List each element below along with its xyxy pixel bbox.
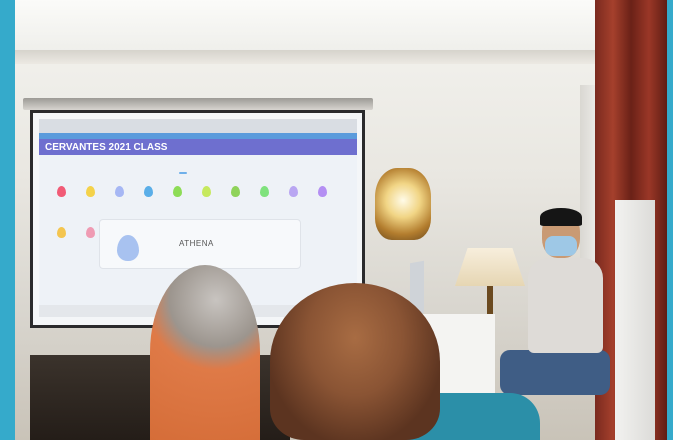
presenter-jeans <box>500 350 610 395</box>
student-egg-avatar <box>144 186 153 197</box>
class-title-bar: CERVANTES 2021 CLASS <box>39 139 357 155</box>
face-mask <box>545 236 577 256</box>
student-egg-avatar <box>57 227 66 238</box>
student-egg-avatar <box>231 186 240 197</box>
presenter-shirt <box>528 258 603 353</box>
browser-toolbar <box>39 119 357 133</box>
student-egg-avatar <box>86 186 95 197</box>
student-egg-avatar <box>115 186 124 197</box>
presenter <box>500 208 615 420</box>
student-egg-avatar <box>260 186 269 197</box>
student-egg-avatar <box>86 227 95 238</box>
photo: CERVANTES 2021 CLASS ATHENA <box>0 0 673 440</box>
presenter-hair <box>540 208 582 226</box>
border-left <box>0 0 15 440</box>
student-card-title: ATHENA <box>179 239 214 248</box>
table-lamp-shade <box>455 248 525 286</box>
border-right <box>667 0 673 440</box>
audience-member-2 <box>270 283 540 440</box>
student-egg-avatar <box>318 186 327 197</box>
view-toggle <box>179 172 187 174</box>
projector-screen-housing <box>23 98 373 110</box>
room-scene: CERVANTES 2021 CLASS ATHENA <box>15 0 667 440</box>
audience-hair <box>270 283 440 440</box>
audience-member-1 <box>150 265 260 440</box>
class-title: CERVANTES 2021 CLASS <box>45 141 168 153</box>
card-egg-avatar <box>117 235 139 261</box>
ceiling <box>15 0 667 55</box>
wall-lamp <box>375 168 431 240</box>
student-egg-avatar <box>57 186 66 197</box>
student-egg-avatar <box>173 186 182 197</box>
nav-tabs <box>39 155 357 167</box>
sheer-curtain <box>615 200 655 440</box>
student-egg-avatar <box>202 186 211 197</box>
ceiling-molding <box>15 50 615 64</box>
student-egg-avatar <box>289 186 298 197</box>
